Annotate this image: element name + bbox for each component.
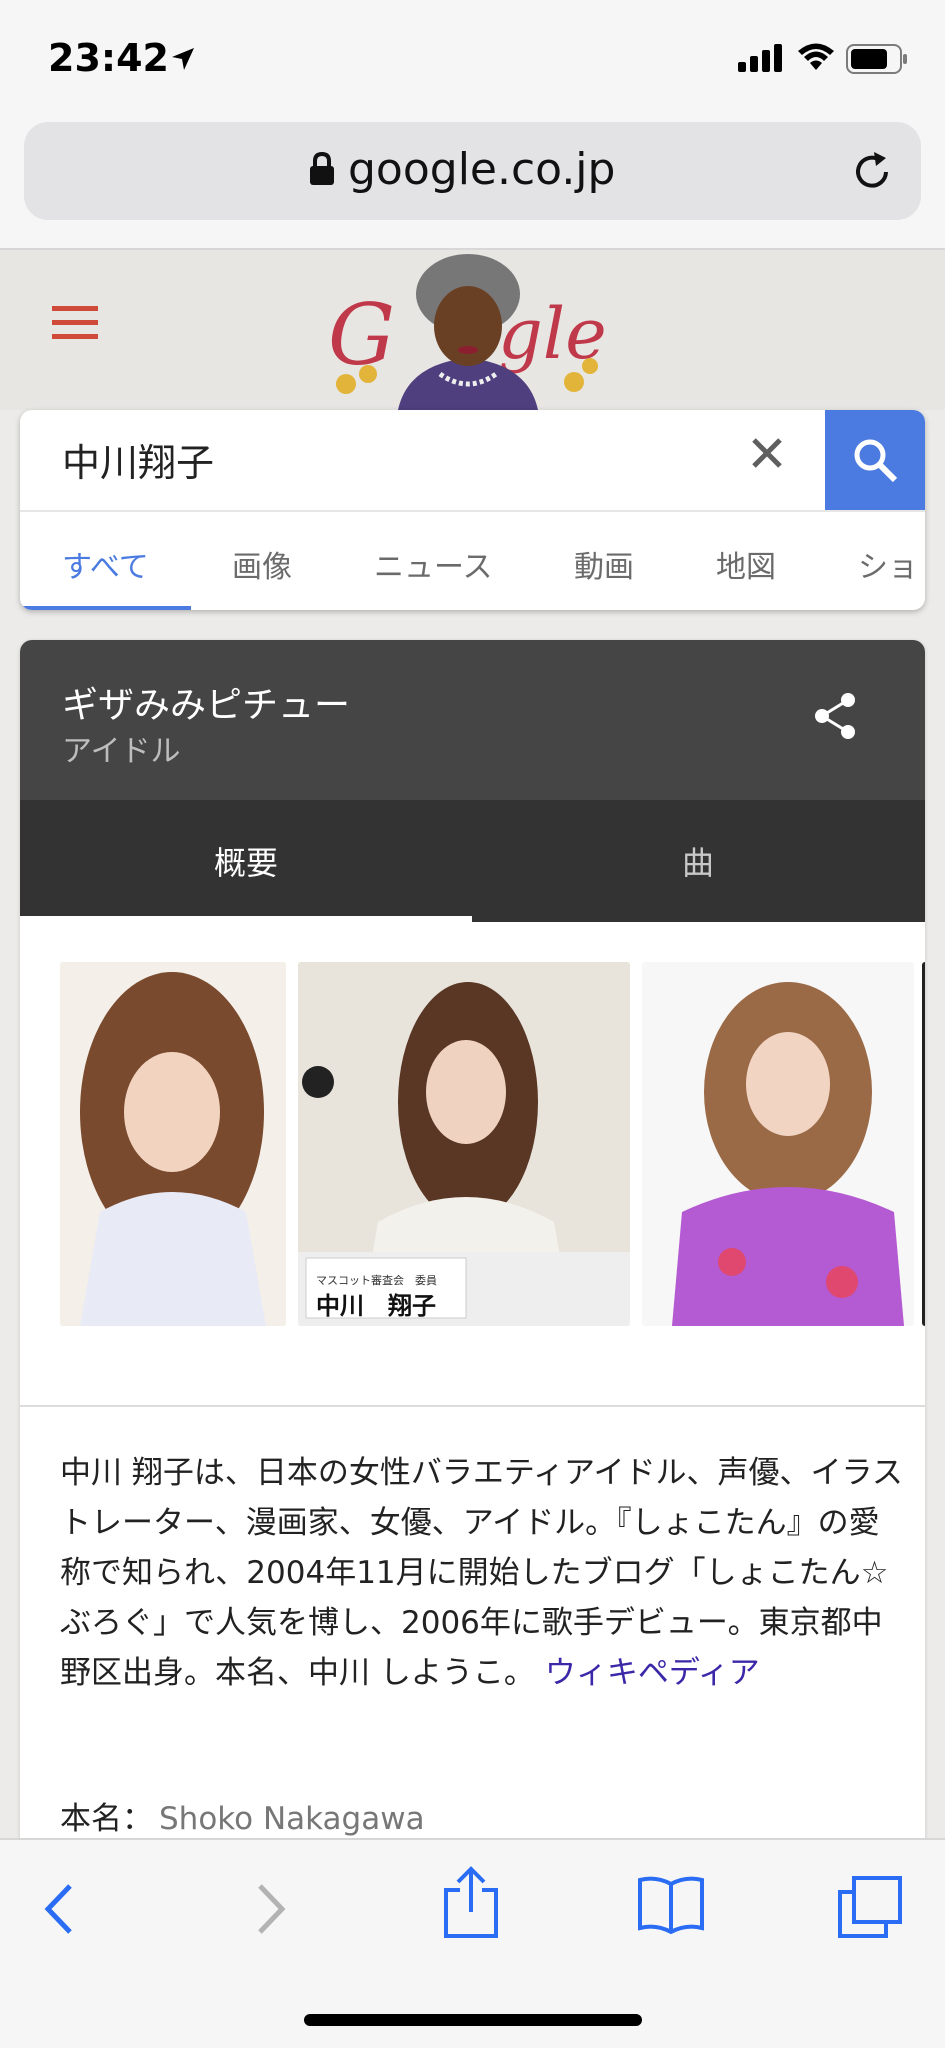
real-name-row: 本名： Shoko Nakagawa (60, 1793, 425, 1838)
panel-tabs: 概要 曲 (20, 800, 925, 922)
browser-chrome: google.co.jp (0, 118, 945, 250)
google-header: G gle (0, 250, 945, 410)
photo-4[interactable] (922, 962, 925, 1326)
url-text: google.co.jp (348, 144, 616, 195)
share-icon[interactable] (814, 692, 858, 740)
description-text: 中川 翔子は、日本の女性バラエティアイドル、声優、イラストレーター、漫画家、女優… (60, 1455, 903, 1691)
tab-maps[interactable]: 地図 (716, 542, 776, 586)
search-icon (854, 439, 898, 483)
panel-subtitle: アイドル (62, 734, 181, 769)
lock-icon (310, 152, 334, 185)
status-bar: 23:42 (0, 0, 945, 118)
clear-icon[interactable] (748, 434, 786, 472)
active-tab-indicator (20, 606, 191, 610)
search-input[interactable]: 中川翔子 (62, 432, 214, 487)
home-indicator (304, 2014, 642, 2026)
tab-overview[interactable]: 概要 (20, 800, 472, 922)
photo-caption-name: 中川 翔子 (316, 1291, 436, 1320)
share-sheet-icon[interactable] (442, 1866, 500, 1940)
search-card: 中川翔子 すべて 画像 ニュース 動画 地図 ショ (20, 410, 925, 610)
browser-toolbar (0, 1838, 945, 2048)
active-panel-tab-indicator (20, 916, 472, 922)
photo-3[interactable] (642, 962, 914, 1326)
panel-header: ギザみみピチュー アイドル (20, 640, 925, 800)
description: 中川 翔子は、日本の女性バラエティアイドル、声優、イラストレーター、漫画家、女優… (60, 1448, 910, 1698)
tab-songs[interactable]: 曲 (472, 800, 924, 922)
panel-title: ギザみみピチュー (62, 685, 351, 726)
knowledge-panel: ギザみみピチュー アイドル 概要 曲 マスコット審査会 委員 中川 翔子 中川 … (20, 640, 925, 1840)
location-arrow-icon (172, 48, 194, 70)
tab-all[interactable]: すべて (62, 542, 149, 586)
photo-carousel[interactable] (60, 962, 925, 1326)
wifi-icon (798, 43, 834, 70)
google-doodle-logo[interactable]: G gle (328, 254, 608, 410)
search-tabs: すべて 画像 ニュース 動画 地図 ショ (20, 510, 925, 610)
tab-news[interactable]: ニュース (374, 542, 493, 586)
battery-icon (846, 44, 907, 74)
forward-icon[interactable] (250, 1880, 290, 1938)
wikipedia-link[interactable]: ウィキペディア (545, 1655, 760, 1691)
divider (20, 1405, 925, 1407)
cellular-signal-icon (738, 44, 782, 72)
tabs-icon[interactable] (836, 1874, 904, 1940)
reload-icon[interactable] (850, 150, 894, 194)
back-icon[interactable] (40, 1880, 80, 1938)
address-bar[interactable]: google.co.jp (24, 122, 921, 220)
real-name-value: Shoko Nakagawa (159, 1801, 425, 1837)
tab-images[interactable]: 画像 (232, 542, 292, 586)
real-name-label: 本名： (60, 1801, 153, 1837)
photo-1[interactable] (60, 962, 286, 1326)
tab-shopping[interactable]: ショ (858, 542, 918, 586)
menu-icon[interactable] (52, 306, 98, 340)
bookmarks-icon[interactable] (636, 1874, 706, 1934)
tab-videos[interactable]: 動画 (574, 542, 634, 586)
clock: 23:42 (48, 36, 169, 80)
search-button[interactable] (825, 410, 925, 510)
